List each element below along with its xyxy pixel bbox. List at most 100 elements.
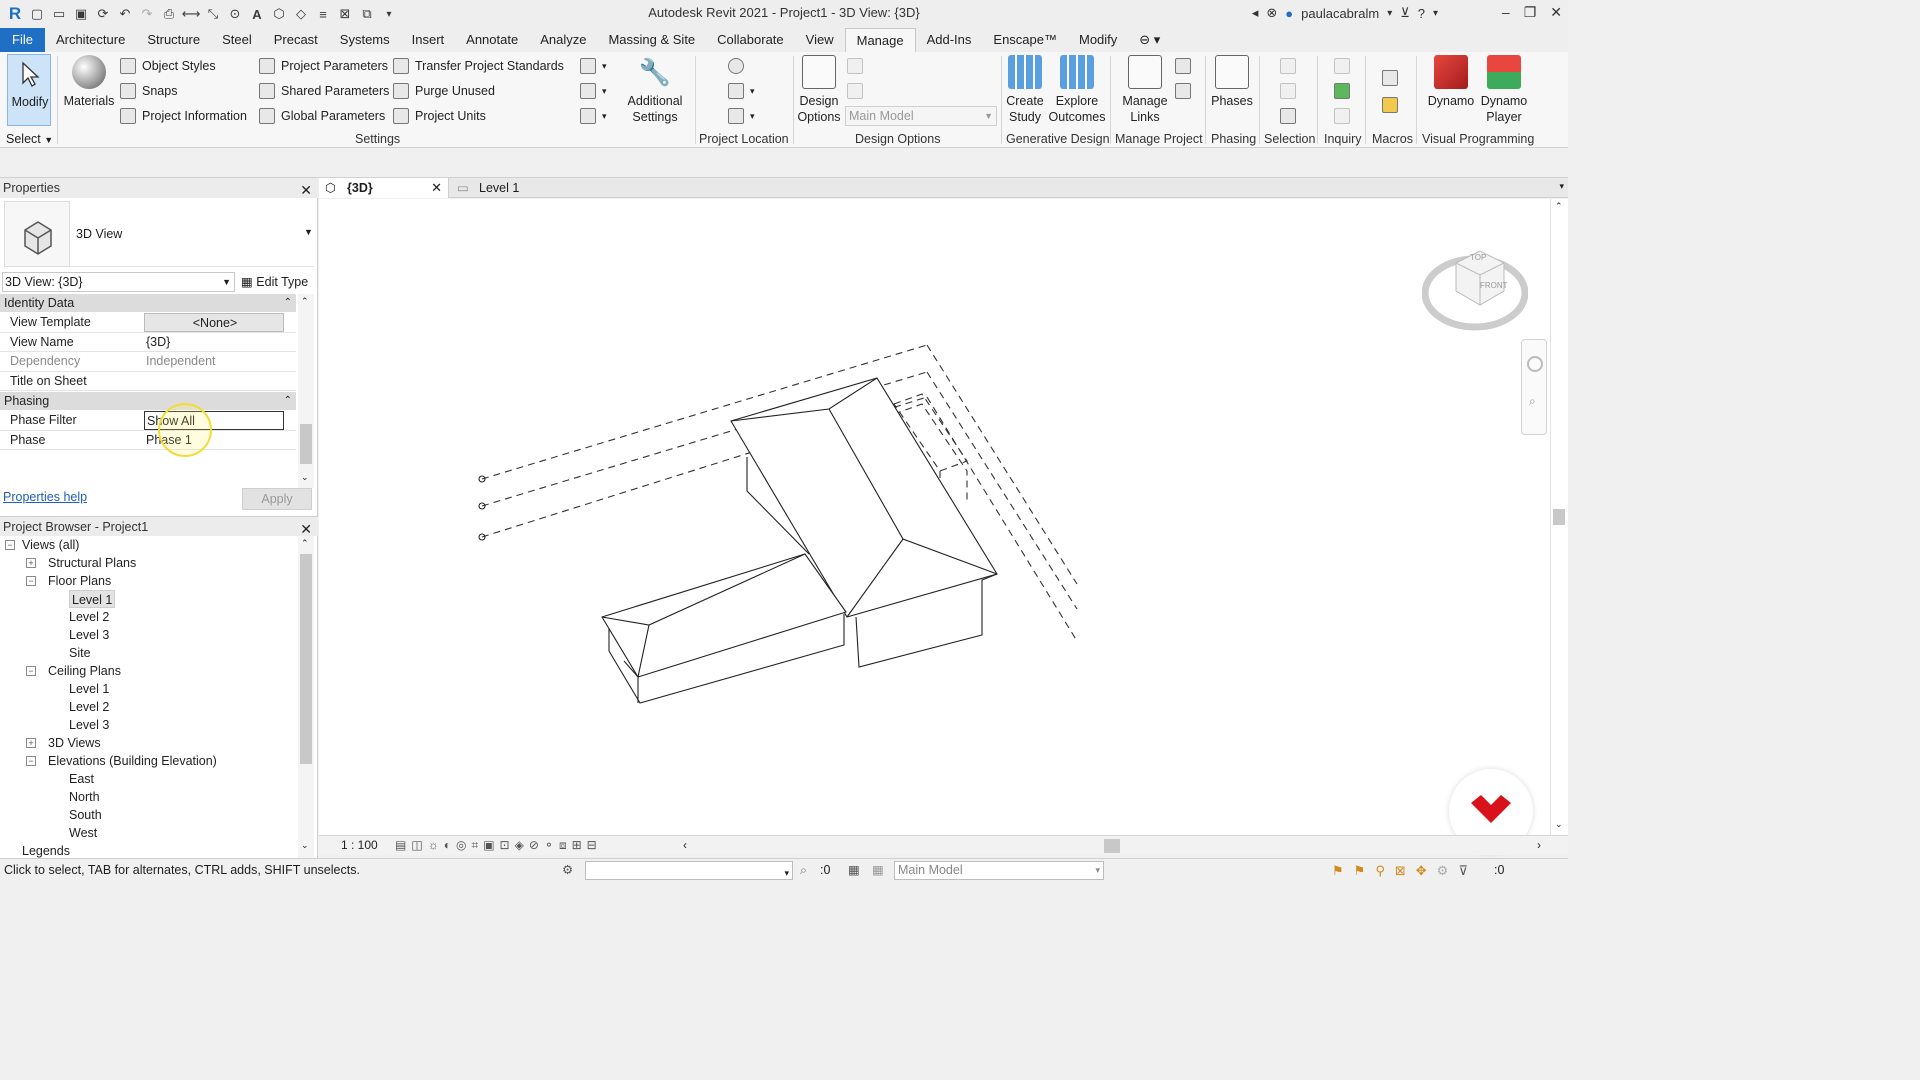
select-by-face-icon[interactable]: ⊠ — [1395, 859, 1406, 882]
collapse-icon[interactable]: − — [5, 540, 15, 550]
design-options-button[interactable]: Design Options — [797, 55, 841, 125]
create-study-button[interactable]: Create Study — [1003, 55, 1047, 125]
exclude-options-icon[interactable]: ▦ — [872, 859, 884, 882]
scroll-right-icon[interactable]: › — [1537, 838, 1541, 852]
property-value[interactable]: Independent — [144, 352, 284, 371]
ids-of-selection-button[interactable] — [1334, 55, 1350, 77]
select-pinned-icon[interactable]: ⚲ — [1375, 859, 1385, 882]
ribbon-tab-file[interactable]: File — [0, 28, 45, 52]
scroll-up-icon[interactable]: ⌃ — [1555, 201, 1563, 212]
browser-item-views-all[interactable]: Views (all) — [22, 536, 79, 554]
browser-item-floor-plans[interactable]: Floor Plans — [48, 572, 111, 590]
viewport-vertical-scrollbar[interactable]: ⌃ ⌄ — [1550, 199, 1568, 835]
detail-level-icon[interactable]: ▤ — [395, 838, 406, 853]
browser-item-ceiling-plans[interactable]: Ceiling Plans — [48, 662, 121, 680]
scroll-down-icon[interactable]: ⌄ — [301, 472, 309, 483]
home-icon[interactable]: ▢ — [28, 5, 46, 23]
browser-item-north[interactable]: North — [69, 788, 100, 806]
close-icon[interactable]: ✕ — [300, 180, 312, 200]
tag-icon[interactable]: ⊙ — [226, 5, 244, 23]
scroll-down-icon[interactable]: ⌄ — [301, 840, 309, 851]
expand-icon[interactable]: + — [26, 558, 36, 568]
ribbon-tab-systems[interactable]: Systems — [329, 28, 401, 52]
structural-settings-button[interactable]: ▾ — [580, 55, 607, 77]
browser-item-level-3[interactable]: Level 3 — [69, 716, 109, 734]
apply-button[interactable]: Apply — [242, 488, 312, 510]
type-selector[interactable]: 3D View ▼ — [4, 201, 314, 267]
scroll-thumb[interactable] — [300, 554, 312, 764]
switch-windows-icon[interactable]: ⧉ — [358, 5, 376, 23]
close-icon[interactable]: ✕ — [1550, 4, 1562, 21]
tab-menu-icon[interactable]: ▾ — [1559, 181, 1564, 192]
select-dropdown[interactable]: Select ▼ — [6, 132, 53, 146]
show-crop-icon[interactable]: ▣ — [483, 838, 494, 853]
ribbon-tab-modify[interactable]: Modify — [1068, 28, 1128, 52]
dynamo-player-button[interactable]: Dynamo Player — [1478, 55, 1530, 125]
collapse-icon[interactable]: − — [26, 666, 36, 676]
modify-button[interactable]: Modify — [7, 54, 51, 126]
background-processes-icon[interactable]: ⚙ — [1437, 859, 1449, 882]
undo-icon[interactable]: ↶ — [116, 5, 134, 23]
visual-style-icon[interactable]: ◫ — [411, 838, 422, 853]
ribbon-tab-add-ins[interactable]: Add-Ins — [916, 28, 983, 52]
editable-only-icon[interactable]: ⌕ — [800, 859, 807, 882]
scroll-up-icon[interactable]: ⌃ — [301, 538, 309, 549]
transfer-project-standards-button[interactable]: Transfer Project Standards — [393, 55, 564, 77]
open-icon[interactable]: ▭ — [50, 5, 68, 23]
ribbon-tab-view[interactable]: View — [795, 28, 845, 52]
view-tab-level-1[interactable]: ▭ Level 1 — [451, 178, 571, 198]
reveal-hidden-icon[interactable]: ⊘ — [529, 838, 539, 853]
aligned-dimension-icon[interactable]: ⤡ — [204, 5, 222, 23]
identity-data-group[interactable]: Identity Data ⌃ — [0, 294, 296, 312]
shadows-icon[interactable]: ◐ — [444, 838, 451, 853]
ribbon-tab-insert[interactable]: Insert — [401, 28, 456, 52]
ribbon-tab-structure[interactable]: Structure — [136, 28, 211, 52]
browser-item-level-2[interactable]: Level 2 — [69, 698, 109, 716]
crop-view-icon[interactable]: ⌗ — [471, 838, 478, 853]
redo-icon[interactable]: ↷ — [138, 5, 156, 23]
browser-item-legends[interactable]: Legends — [22, 842, 70, 858]
browser-item-level-1[interactable]: Level 1 — [69, 590, 116, 608]
panel-schedule-button[interactable]: ▾ — [580, 105, 607, 127]
view-tab-3d[interactable]: ⬡ {3D} ✕ — [319, 178, 449, 198]
property-value[interactable] — [144, 372, 284, 391]
edit-type-button[interactable]: ▦ Edit Type — [241, 272, 308, 292]
help-dropdown-icon[interactable]: ▾ — [1433, 8, 1438, 19]
properties-help-link[interactable]: Properties help — [3, 490, 87, 504]
help-icon[interactable]: ? — [1418, 6, 1425, 21]
print-icon[interactable]: ⎙ — [160, 5, 178, 23]
minimize-icon[interactable]: – — [1502, 4, 1510, 21]
warnings-button[interactable] — [1334, 105, 1350, 127]
shared-parameters-button[interactable]: Shared Parameters — [259, 80, 389, 102]
browser-item-level-2[interactable]: Level 2 — [69, 608, 109, 626]
phases-button[interactable]: Phases — [1210, 55, 1254, 109]
macro-manager-button[interactable] — [1382, 67, 1398, 89]
properties-scrollbar[interactable]: ⌃ ⌄ — [298, 294, 314, 488]
horizontal-scroll-thumb[interactable] — [1104, 839, 1120, 853]
workset-dropdown[interactable]: ▾ — [585, 861, 793, 880]
worksharing-icon[interactable]: ⊟ — [587, 838, 597, 853]
customize-qat-icon[interactable]: ▾ — [380, 5, 398, 23]
section-icon[interactable]: ◇ — [292, 5, 310, 23]
scroll-left-icon[interactable]: ‹ — [683, 838, 687, 852]
global-parameters-button[interactable]: Global Parameters — [259, 105, 385, 127]
chevron-down-icon[interactable]: ▾ — [1387, 8, 1392, 19]
save-icon[interactable]: ▣ — [72, 5, 90, 23]
cart-icon[interactable]: ⊻ — [1400, 5, 1410, 21]
design-option-dropdown[interactable]: Main Model ▾ — [894, 861, 1104, 880]
coordinates-button[interactable]: ▾ — [728, 80, 755, 102]
main-model-dropdown[interactable]: Main Model ▼ — [845, 106, 997, 126]
ribbon-tab-analyze[interactable]: Analyze — [529, 28, 597, 52]
collapse-icon[interactable]: − — [26, 576, 36, 586]
ribbon-tab-steel[interactable]: Steel — [211, 28, 263, 52]
project-units-button[interactable]: Project Units — [393, 105, 486, 127]
snaps-button[interactable]: Snaps — [120, 80, 177, 102]
edit-selection-button[interactable] — [1280, 105, 1296, 127]
project-parameters-button[interactable]: Project Parameters — [259, 55, 388, 77]
browser-item-east[interactable]: East — [69, 770, 94, 788]
3d-view-icon[interactable]: ⬡ — [270, 5, 288, 23]
view-scale[interactable]: 1 : 100 — [341, 838, 378, 852]
manage-links-button[interactable]: Manage Links — [1120, 55, 1170, 125]
browser-item-structural-plans[interactable]: Structural Plans — [48, 554, 136, 572]
property-value[interactable]: {3D} — [144, 333, 284, 352]
